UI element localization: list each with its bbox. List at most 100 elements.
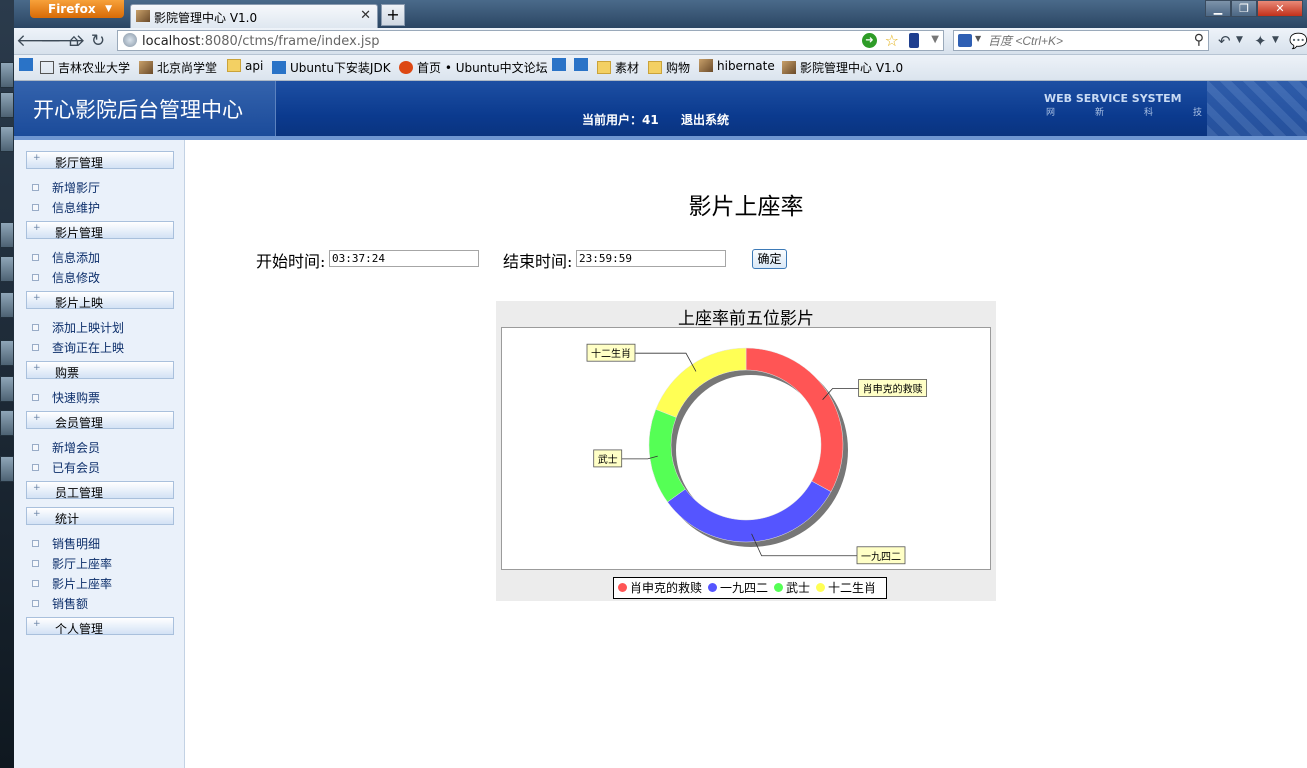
reload-icon[interactable]: ↻ (88, 31, 108, 51)
logout-link[interactable]: 退出系统 (681, 111, 729, 128)
slice-label: 一九四二 (861, 551, 901, 563)
bullet-icon (32, 344, 39, 351)
desktop-icon[interactable] (0, 256, 14, 282)
desktop-icon[interactable] (0, 92, 14, 118)
sidebar-item-new-hall[interactable]: 新增影厅 (32, 179, 100, 196)
bullet-icon (32, 324, 39, 331)
start-time-input[interactable] (329, 250, 479, 267)
donut-slice-0[interactable] (745, 347, 844, 493)
sidebar-item-movie-occupancy[interactable]: 影片上座率 (32, 575, 112, 592)
sidebar-section-staff[interactable]: + 员工管理 (26, 481, 174, 500)
bookmark-item[interactable] (552, 58, 570, 72)
end-time-input[interactable] (576, 250, 726, 267)
bookmark-item[interactable]: Ubuntu下安装JDK (272, 59, 391, 76)
desktop-icon[interactable] (0, 292, 14, 318)
sidebar-section-movies[interactable]: + 影片管理 (26, 221, 174, 240)
back-icon[interactable]: 🡐 (16, 31, 62, 51)
slice-label: 肖申克的救赎 (863, 382, 923, 395)
desktop-icon[interactable] (0, 340, 14, 366)
desktop-icon[interactable] (0, 410, 14, 436)
slice-label: 武士 (598, 453, 618, 466)
desktop-icon[interactable] (0, 126, 14, 152)
sidebar-item-hall-maintenance[interactable]: 信息维护 (32, 199, 100, 216)
search-engine-icon[interactable] (958, 34, 972, 47)
donut-slice-3[interactable] (655, 347, 747, 418)
chevron-down-icon[interactable]: ▼ (975, 34, 981, 43)
expand-icon: + (33, 619, 41, 629)
desktop-icon[interactable] (0, 62, 14, 88)
donut-slice-1[interactable] (667, 480, 832, 543)
bookmark-item[interactable]: 购物 (648, 59, 690, 76)
sidebar-item-sales-amount[interactable]: 销售额 (32, 595, 88, 612)
forward-icon[interactable]: 🡒 (40, 31, 86, 51)
sidebar-item-label: 信息添加 (52, 251, 101, 265)
bullet-icon (32, 254, 39, 261)
bookmark-star-icon[interactable]: ☆ (885, 31, 899, 50)
bookmark-item[interactable] (574, 58, 592, 72)
go-arrow-icon[interactable]: ➜ (862, 33, 877, 48)
legend-label: 十二生肖 (828, 581, 877, 595)
bookmark-item[interactable]: hibernate (699, 59, 775, 73)
bookmark-item[interactable]: 素材 (597, 59, 639, 76)
close-window-button[interactable]: ✕ (1257, 0, 1303, 17)
sidebar-item-existing-members[interactable]: 已有会员 (32, 459, 100, 476)
sidebar-section-personal[interactable]: + 个人管理 (26, 617, 174, 636)
new-tab-button[interactable]: + (381, 4, 405, 26)
sidebar: + 影厅管理 新增影厅 信息维护 + 影片管理 信息添加 信息修改 + 影片上映 添加… (14, 140, 185, 768)
desktop-icon[interactable] (0, 222, 14, 248)
page-icon (40, 61, 54, 74)
maximize-button[interactable]: ❐ (1231, 0, 1257, 17)
sidebar-section-label: 影厅管理 (55, 156, 104, 170)
bookmark-item[interactable]: 影院管理中心 V1.0 (782, 59, 903, 76)
sidebar-item-label: 添加上映计划 (52, 321, 125, 335)
sidebar-section-members[interactable]: + 会员管理 (26, 411, 174, 430)
bookmarks-menu-icon[interactable] (19, 58, 37, 72)
sidebar-item-new-member[interactable]: 新增会员 (32, 439, 100, 456)
sidebar-item-sales-detail[interactable]: 销售明细 (32, 535, 100, 552)
confirm-button[interactable]: 确定 (752, 249, 787, 269)
search-input[interactable] (988, 34, 1168, 48)
sidebar-item-add-schedule[interactable]: 添加上映计划 (32, 319, 124, 336)
mobile-sync-icon[interactable] (909, 33, 919, 48)
minimize-button[interactable]: ▁ (1205, 0, 1231, 17)
desktop-icon[interactable] (0, 456, 14, 482)
sidebar-section-label: 员工管理 (55, 486, 104, 500)
bullet-icon (32, 184, 39, 191)
bullet-icon (32, 394, 39, 401)
sidebar-item-hall-occupancy[interactable]: 影厅上座率 (32, 555, 112, 572)
sidebar-item-now-showing[interactable]: 查询正在上映 (32, 339, 124, 356)
browser-tab[interactable]: 影院管理中心 V1.0 ✕ (130, 4, 378, 28)
window-controls: ▁ ❐ ✕ (1205, 0, 1303, 17)
firefox-menu-button[interactable]: Firefox ▼ (30, 0, 124, 18)
bullet-icon (32, 540, 39, 547)
chevron-down-icon[interactable]: ▼ (1236, 35, 1243, 45)
sidebar-item-quick-ticket[interactable]: 快速购票 (32, 389, 100, 406)
addon-icon[interactable]: ✦ (1254, 32, 1267, 50)
sidebar-section-cinema-hall[interactable]: + 影厅管理 (26, 151, 174, 170)
undo-icon[interactable]: ↶ (1218, 32, 1231, 50)
bookmark-item[interactable]: 北京尚学堂 (139, 59, 217, 76)
history-dropdown-icon[interactable]: ▼ (931, 34, 939, 45)
bookmark-item[interactable]: api (227, 59, 263, 73)
chevron-down-icon[interactable]: ▼ (1272, 35, 1279, 45)
chat-icon[interactable]: 💬 (1289, 32, 1307, 50)
bookmark-item[interactable]: 吉林农业大学 (40, 59, 130, 76)
bookmark-label: hibernate (717, 59, 775, 73)
home-icon[interactable]: ⌂ (64, 31, 84, 51)
sidebar-item-movie-add[interactable]: 信息添加 (32, 249, 100, 266)
chevron-down-icon: ▼ (105, 4, 112, 14)
app-header: 开心影院后台管理中心 当前用户：41 退出系统 WEB SERVICE SYST… (14, 81, 1307, 140)
url-text[interactable]: localhost:8080/ctms/frame/index.jsp (142, 34, 380, 49)
legend-label: 武士 (786, 581, 811, 595)
sidebar-section-statistics[interactable]: + 统计 (26, 507, 174, 526)
page-title: 影片上座率 (688, 194, 804, 220)
search-icon[interactable]: ⚲ (1194, 32, 1204, 48)
sidebar-section-label: 购票 (55, 366, 80, 380)
close-tab-icon[interactable]: ✕ (360, 8, 371, 23)
address-bar[interactable]: localhost:8080/ctms/frame/index.jsp ➜ ☆ … (117, 30, 944, 51)
sidebar-item-movie-edit[interactable]: 信息修改 (32, 269, 100, 286)
sidebar-section-screenings[interactable]: + 影片上映 (26, 291, 174, 310)
sidebar-section-tickets[interactable]: + 购票 (26, 361, 174, 380)
desktop-icon[interactable] (0, 376, 14, 402)
bookmark-item[interactable]: 首页 • Ubuntu中文论坛 (399, 59, 548, 76)
